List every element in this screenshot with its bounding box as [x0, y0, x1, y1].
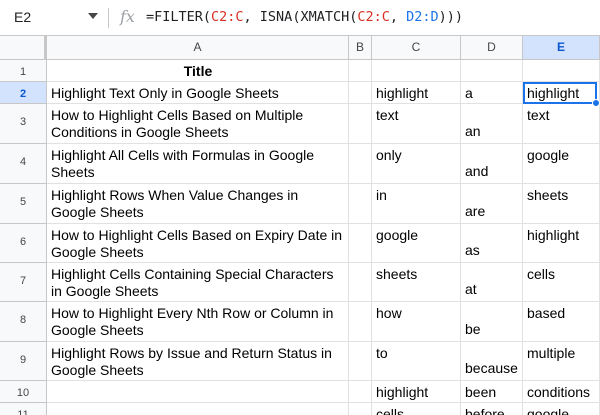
row-header-7[interactable]: 7 [0, 263, 47, 302]
name-box-dropdown-icon[interactable] [88, 13, 98, 19]
cell-a9[interactable]: Highlight Rows by Issue and Return Statu… [47, 342, 349, 381]
cell-c1[interactable] [372, 60, 461, 82]
cell-c11[interactable]: cells [372, 403, 461, 415]
formula-range-ref: D2:D [406, 9, 439, 25]
cell-e11[interactable]: google [523, 403, 600, 415]
column-header-d[interactable]: D [461, 36, 523, 60]
cell-c6[interactable]: google [372, 224, 461, 263]
formula-part: , ISNA(XMATCH( [243, 9, 358, 25]
column-header-e[interactable]: E [523, 36, 600, 60]
cell-d9[interactable]: because [461, 342, 523, 381]
cell-e7[interactable]: cells [523, 263, 600, 302]
formula-part: , [389, 9, 407, 25]
cell-b10[interactable] [349, 381, 372, 403]
cell-d4[interactable]: and [461, 144, 523, 184]
select-all-corner[interactable] [0, 36, 47, 60]
cell-c5[interactable]: in [372, 184, 461, 224]
cell-d7[interactable]: at [461, 263, 523, 302]
cell-e10[interactable]: conditions [523, 381, 600, 403]
column-header-c[interactable]: C [372, 36, 461, 60]
row-header-5[interactable]: 5 [0, 184, 47, 224]
row-header-8[interactable]: 8 [0, 302, 47, 342]
formula-input[interactable]: =FILTER(C2:C, ISNA(XMATCH(C2:C, D2:D))) [146, 9, 463, 25]
cell-c3[interactable]: text [372, 104, 461, 144]
formula-bar-divider [108, 8, 109, 28]
column-header-a[interactable]: A [47, 36, 349, 60]
cell-e4[interactable]: google [523, 144, 600, 184]
formula-bar: E2 fx =FILTER(C2:C, ISNA(XMATCH(C2:C, D2… [0, 0, 600, 36]
cell-a1[interactable]: Title [47, 60, 349, 82]
cell-d6[interactable]: as [461, 224, 523, 263]
cell-b6[interactable] [349, 224, 372, 263]
cell-d10[interactable]: been [461, 381, 523, 403]
cell-e1[interactable] [523, 60, 600, 82]
cell-d8[interactable]: be [461, 302, 523, 342]
cell-d1[interactable] [461, 60, 523, 82]
row-header-1[interactable]: 1 [0, 60, 47, 82]
cell-e3[interactable]: text [523, 104, 600, 144]
row-header-4[interactable]: 4 [0, 144, 47, 184]
cell-a11[interactable] [47, 403, 349, 415]
cell-a7[interactable]: Highlight Cells Containing Special Chara… [47, 263, 349, 302]
cell-b8[interactable] [349, 302, 372, 342]
name-box[interactable]: E2 [14, 9, 31, 25]
cell-b3[interactable] [349, 104, 372, 144]
cell-a8[interactable]: How to Highlight Every Nth Row or Column… [47, 302, 349, 342]
formula-suffix: ))) [438, 9, 464, 25]
cell-d11[interactable]: before [461, 403, 523, 415]
cell-e9[interactable]: multiple [523, 342, 600, 381]
fx-icon: fx [120, 7, 135, 26]
cell-d3[interactable]: an [461, 104, 523, 144]
cell-d5[interactable]: are [461, 184, 523, 224]
cell-c8[interactable]: how [372, 302, 461, 342]
cell-d2[interactable]: a [461, 82, 523, 104]
cell-c10[interactable]: highlight [372, 381, 461, 403]
cell-a4[interactable]: Highlight All Cells with Formulas in Goo… [47, 144, 349, 184]
formula-range-ref: C2:C [357, 9, 390, 25]
cell-a6[interactable]: How to Highlight Cells Based on Expiry D… [47, 224, 349, 263]
row-header-6[interactable]: 6 [0, 224, 47, 263]
formula-prefix: =FILTER( [146, 9, 212, 25]
cell-a10[interactable] [47, 381, 349, 403]
cell-a3[interactable]: How to Highlight Cells Based on Multiple… [47, 104, 349, 144]
cell-b9[interactable] [349, 342, 372, 381]
row-header-3[interactable]: 3 [0, 104, 47, 144]
cell-e8[interactable]: based [523, 302, 600, 342]
cell-c4[interactable]: only [372, 144, 461, 184]
fill-handle[interactable] [592, 99, 600, 107]
cell-a2[interactable]: Highlight Text Only in Google Sheets [47, 82, 349, 104]
formula-range-ref: C2:C [211, 9, 244, 25]
cell-b4[interactable] [349, 144, 372, 184]
cell-c7[interactable]: sheets [372, 263, 461, 302]
cell-b11[interactable] [349, 403, 372, 415]
cell-b2[interactable] [349, 82, 372, 104]
cell-b1[interactable] [349, 60, 372, 82]
cell-c9[interactable]: to [372, 342, 461, 381]
row-header-9[interactable]: 9 [0, 342, 47, 381]
cell-e5[interactable]: sheets [523, 184, 600, 224]
cell-b5[interactable] [349, 184, 372, 224]
cell-a5[interactable]: Highlight Rows When Value Changes in Goo… [47, 184, 349, 224]
cell-b7[interactable] [349, 263, 372, 302]
row-header-2[interactable]: 2 [0, 82, 47, 104]
row-header-11[interactable]: 11 [0, 403, 47, 415]
column-header-b[interactable]: B [349, 36, 372, 60]
cell-e6[interactable]: highlight [523, 224, 600, 263]
cell-c2[interactable]: highlight [372, 82, 461, 104]
row-header-10[interactable]: 10 [0, 381, 47, 403]
cell-e2[interactable]: highlight [523, 82, 600, 104]
